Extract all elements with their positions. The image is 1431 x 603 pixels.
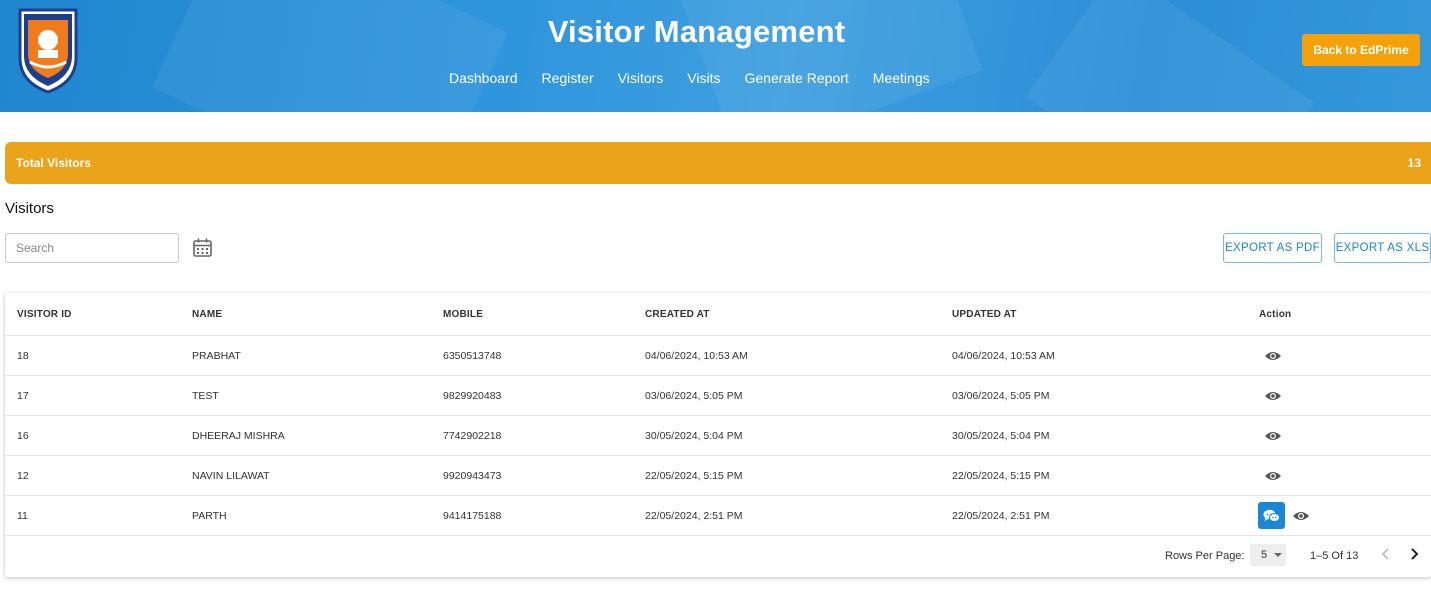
export-xls-button[interactable]: EXPORT AS XLS: [1334, 233, 1431, 263]
table-header-row: VISITOR ID NAME MOBILE CREATED AT UPDATE…: [5, 293, 1431, 336]
cell-action: [1258, 496, 1310, 535]
cell-action: [1264, 336, 1282, 375]
nav-dashboard[interactable]: Dashboard: [449, 70, 518, 86]
search-input[interactable]: [5, 233, 179, 263]
total-visitors-count: 13: [1407, 156, 1421, 170]
chevron-right-icon[interactable]: [1407, 546, 1421, 562]
cell-visitor-id: 12: [17, 469, 29, 482]
cell-mobile: 6350513748: [443, 349, 502, 362]
nav-register[interactable]: Register: [542, 70, 594, 86]
view-eye-icon[interactable]: [1292, 510, 1310, 522]
view-eye-icon[interactable]: [1264, 390, 1282, 402]
cell-updated-at: 22/05/2024, 2:51 PM: [952, 509, 1050, 522]
cell-created-at: 30/05/2024, 5:04 PM: [645, 429, 743, 442]
column-header-mobile[interactable]: MOBILE: [443, 293, 483, 335]
view-eye-icon[interactable]: [1264, 470, 1282, 482]
chevron-left-icon[interactable]: [1379, 546, 1393, 562]
cell-name: TEST: [192, 389, 219, 402]
cell-updated-at: 30/05/2024, 5:04 PM: [952, 429, 1050, 442]
export-pdf-button[interactable]: EXPORT AS PDF: [1223, 233, 1322, 263]
nav-visits[interactable]: Visits: [687, 70, 720, 86]
view-eye-icon[interactable]: [1264, 430, 1282, 442]
column-header-visitor-id[interactable]: VISITOR ID: [17, 293, 72, 335]
cell-mobile: 7742902218: [443, 429, 502, 442]
cell-name: DHEERAJ MISHRA: [192, 429, 285, 442]
cell-visitor-id: 11: [17, 509, 28, 522]
cell-mobile: 9920943473: [443, 469, 502, 482]
caret-down-icon: [1274, 553, 1282, 557]
view-eye-icon[interactable]: [1264, 350, 1282, 362]
cell-created-at: 03/06/2024, 5:05 PM: [645, 389, 743, 402]
nav-meetings[interactable]: Meetings: [873, 70, 930, 86]
cell-visitor-id: 18: [17, 349, 29, 362]
cell-name: PARTH: [192, 509, 227, 522]
calendar-icon[interactable]: [192, 237, 213, 258]
pagination-range: 1–5 Of 13: [1310, 550, 1359, 562]
table-pagination: Rows Per Page: 5 1–5 Of 13: [5, 538, 1431, 572]
app-header: Visitor Management Dashboard Register Vi…: [0, 0, 1431, 112]
cell-action: [1264, 416, 1282, 455]
cell-name: PRABHAT: [192, 349, 241, 362]
page-title: Visitor Management: [547, 14, 846, 49]
cell-created-at: 04/06/2024, 10:53 AM: [645, 349, 748, 362]
cell-created-at: 22/05/2024, 5:15 PM: [645, 469, 743, 482]
cell-updated-at: 04/06/2024, 10:53 AM: [952, 349, 1055, 362]
table-row: 18 PRABHAT 6350513748 04/06/2024, 10:53 …: [5, 336, 1431, 376]
total-visitors-label: Total Visitors: [16, 156, 91, 170]
column-header-updated-at[interactable]: UPDATED AT: [952, 293, 1017, 335]
cell-name: NAVIN LILAWAT: [192, 469, 270, 482]
column-header-action: Action: [1259, 308, 1292, 320]
table-row: 16 DHEERAJ MISHRA 7742902218 30/05/2024,…: [5, 416, 1431, 456]
visitors-table: VISITOR ID NAME MOBILE CREATED AT UPDATE…: [5, 293, 1431, 577]
total-visitors-bar: Total Visitors 13: [5, 142, 1431, 184]
rows-per-page-value: 5: [1261, 549, 1268, 561]
nav-generate-report[interactable]: Generate Report: [745, 70, 849, 86]
rows-per-page-label: Rows Per Page:: [1165, 550, 1245, 562]
nav-visitors[interactable]: Visitors: [618, 70, 664, 86]
cell-action: [1264, 376, 1282, 415]
table-row: 17 TEST 9829920483 03/06/2024, 5:05 PM 0…: [5, 376, 1431, 416]
back-to-edprime-button[interactable]: Back to EdPrime: [1302, 34, 1420, 66]
cell-mobile: 9829920483: [443, 389, 502, 402]
table-row: 12 NAVIN LILAWAT 9920943473 22/05/2024, …: [5, 456, 1431, 496]
cell-updated-at: 03/06/2024, 5:05 PM: [952, 389, 1050, 402]
cell-created-at: 22/05/2024, 2:51 PM: [645, 509, 743, 522]
column-header-created-at[interactable]: CREATED AT: [645, 293, 710, 335]
chat-bubbles-icon: [1263, 509, 1280, 522]
cell-mobile: 9414175188: [443, 509, 502, 522]
cell-visitor-id: 16: [17, 429, 29, 442]
cell-action: [1264, 456, 1282, 495]
main-nav: Dashboard Register Visitors Visits Gener…: [449, 70, 954, 86]
table-row: 11 PARTH 9414175188 22/05/2024, 2:51 PM …: [5, 496, 1431, 536]
section-title: Visitors: [5, 200, 54, 217]
chat-button[interactable]: [1258, 502, 1285, 529]
column-header-name[interactable]: NAME: [192, 293, 222, 335]
cell-visitor-id: 17: [17, 389, 29, 402]
cell-updated-at: 22/05/2024, 5:15 PM: [952, 469, 1050, 482]
